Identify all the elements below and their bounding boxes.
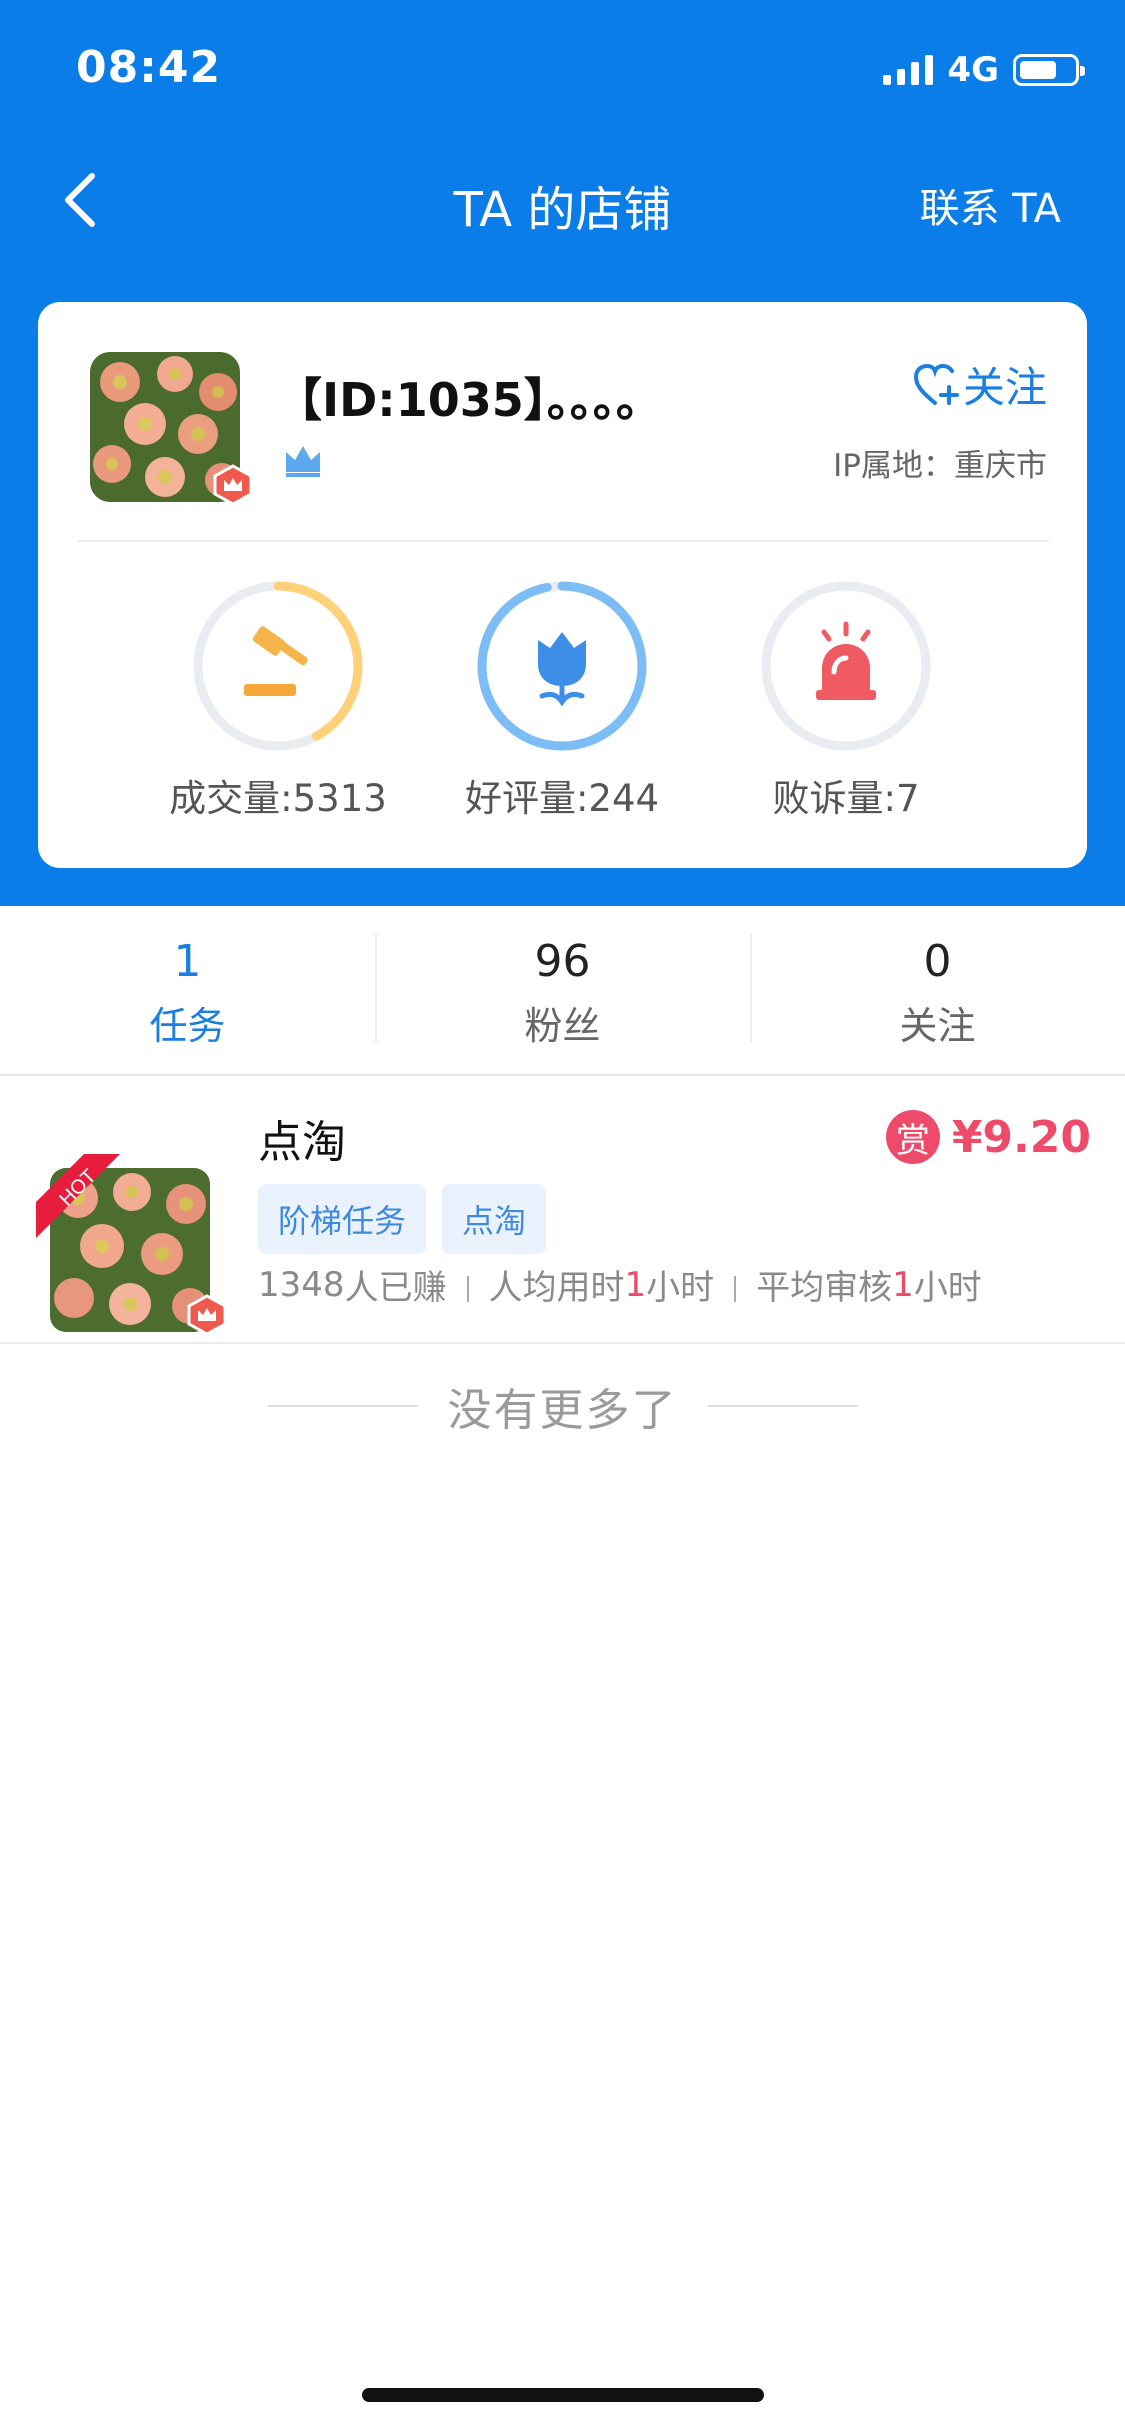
- divider-line: [267, 1405, 418, 1407]
- follow-label: 关注: [962, 363, 1047, 412]
- home-indicator[interactable]: [362, 2388, 764, 2402]
- metric-label: 好评量:244: [464, 777, 660, 820]
- tab-following[interactable]: 0 关注: [750, 906, 1125, 1074]
- alarm-icon: [816, 621, 876, 700]
- avg-time-prefix: 人均用时: [488, 1268, 625, 1308]
- counter-label: 任务: [149, 1004, 226, 1048]
- metric-label: 败诉量:7: [772, 777, 920, 820]
- task-reward: 赏 ¥9.20: [885, 1110, 1091, 1164]
- hot-ribbon: HOT: [36, 1154, 126, 1244]
- no-more-text: 没有更多了: [447, 1385, 678, 1436]
- stat-separator: [466, 1275, 469, 1302]
- battery-icon: [1013, 54, 1085, 86]
- signal-icon: [883, 55, 934, 85]
- shop-counters: 1 任务 96 粉丝 0 关注: [0, 906, 1125, 1076]
- task-thumbnail: HOT: [36, 1116, 227, 1336]
- shop-card: 【ID:1035】。。。。 关注 IP属地：重庆市 成交量:5313 好评量:2…: [38, 302, 1087, 868]
- counter-value: 1: [173, 936, 202, 987]
- avg-time-unit: 小时: [646, 1268, 715, 1308]
- avg-review-value: 1: [892, 1264, 914, 1305]
- earned-suffix: 人已赚: [344, 1268, 447, 1308]
- task-tag: 点淘: [442, 1184, 547, 1254]
- metric-label: 成交量:5313: [169, 777, 387, 820]
- deals-ring: [193, 581, 363, 751]
- ip-location: IP属地：重庆市: [833, 448, 1047, 484]
- reward-amount: ¥9.20: [951, 1111, 1091, 1163]
- card-divider: [78, 540, 1049, 542]
- shop-name: 【ID:1035】。。。。: [276, 373, 662, 427]
- network-label: 4G: [947, 50, 999, 90]
- avg-review-prefix: 平均审核: [756, 1268, 893, 1308]
- reviews-ring: [477, 581, 647, 751]
- stat-separator: [734, 1275, 737, 1302]
- metric-positive-reviews: 好评量:244: [422, 580, 702, 822]
- status-time: 08:42: [76, 42, 222, 93]
- counter-label: 关注: [899, 1004, 976, 1048]
- heart-plus-icon: [913, 363, 959, 405]
- avg-review-unit: 小时: [913, 1268, 982, 1308]
- counter-value: 0: [923, 936, 952, 987]
- reward-icon: 赏: [885, 1110, 940, 1164]
- nav-bar: TA 的店铺 联系 TA: [0, 150, 1125, 250]
- metric-lost-disputes: 败诉量:7: [706, 580, 986, 822]
- task-tags: 阶梯任务 点淘: [258, 1184, 547, 1254]
- counter-value: 96: [534, 936, 591, 987]
- tab-fans[interactable]: 96 粉丝: [375, 906, 750, 1074]
- vip-badge-icon: [187, 1294, 227, 1336]
- disputes-ring: [761, 581, 931, 751]
- counter-label: 粉丝: [524, 1004, 601, 1048]
- metric-deals: 成交量:5313: [138, 580, 418, 822]
- gavel-icon: [244, 626, 308, 696]
- contact-button[interactable]: 联系 TA: [920, 176, 1061, 234]
- avg-time-value: 1: [624, 1264, 647, 1305]
- task-tag: 阶梯任务: [258, 1184, 427, 1254]
- crown-icon: [286, 446, 320, 477]
- tab-tasks[interactable]: 1 任务: [0, 906, 375, 1074]
- status-indicators: 4G: [883, 50, 1085, 90]
- task-title: 点淘: [258, 1117, 346, 1168]
- follow-button[interactable]: 关注: [913, 354, 1047, 415]
- status-bar: 08:42 4G: [0, 0, 1125, 140]
- list-end-indicator: 没有更多了: [0, 1374, 1125, 1438]
- vip-badge-icon: [213, 464, 253, 506]
- task-stats: 1348 人已赚 人均用时 1 小时 平均审核 1 小时: [258, 1260, 982, 1309]
- task-list-item[interactable]: HOT 点淘 赏 ¥9.20 阶梯任务 点淘 1348 人已赚 人均用时 1 小…: [0, 1076, 1125, 1344]
- earned-count: 1348: [258, 1264, 345, 1305]
- divider-line: [707, 1405, 858, 1407]
- flower-icon: [538, 632, 586, 707]
